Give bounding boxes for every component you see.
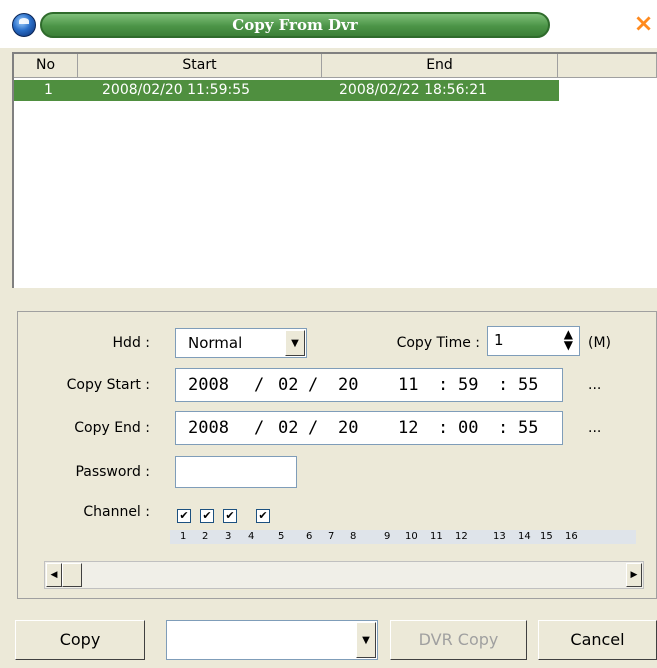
channel-scrollbar[interactable]: ◀ ▶: [44, 561, 644, 589]
row-no: 1: [44, 82, 53, 98]
time-separator: :: [438, 418, 449, 438]
window-title: Copy From Dvr: [40, 12, 550, 38]
copy-end-datetime[interactable]: 2008 / 02 / 20 12 : 00 : 55: [175, 411, 563, 445]
chevron-down-icon[interactable]: ▼: [285, 330, 305, 356]
row-end: 2008/02/22 18:56:21: [339, 82, 488, 98]
copy-start-month[interactable]: 02: [278, 369, 298, 401]
copy-start-label: Copy Start :: [66, 377, 150, 393]
channel-number: 16: [565, 531, 578, 542]
channel-number: 4: [248, 531, 255, 542]
column-header-blank[interactable]: [558, 54, 657, 78]
hdd-select[interactable]: Normal ▼: [175, 328, 307, 358]
channel-number: 14: [518, 531, 531, 542]
channel-2-checkbox[interactable]: ✔: [200, 509, 214, 523]
scroll-left-icon[interactable]: ◀: [46, 563, 62, 587]
copy-start-picker-button[interactable]: ...: [588, 377, 601, 393]
channel-number: 7: [328, 531, 335, 542]
channel-number: 9: [384, 531, 391, 542]
channel-number: 12: [455, 531, 468, 542]
copy-end-month[interactable]: 02: [278, 412, 298, 444]
channel-number: 5: [278, 531, 285, 542]
date-separator: /: [308, 375, 319, 395]
recording-list[interactable]: No Start End 1 2008/02/20 11:59:55 2008/…: [12, 52, 657, 288]
dvr-copy-button[interactable]: DVR Copy: [390, 620, 527, 660]
close-icon[interactable]: ×: [630, 8, 657, 38]
copy-end-picker-button[interactable]: ...: [588, 420, 601, 436]
time-separator: :: [498, 418, 509, 438]
copy-time-value: 1: [494, 331, 504, 349]
table-row[interactable]: 1 2008/02/20 11:59:55 2008/02/22 18:56:2…: [14, 80, 559, 101]
copy-time-label: Copy Time :: [396, 335, 480, 351]
copy-start-second[interactable]: 55: [518, 369, 538, 401]
hdd-label: Hdd :: [112, 335, 150, 351]
channel-number: 11: [430, 531, 443, 542]
copy-end-day[interactable]: 20: [338, 412, 358, 444]
column-header-start[interactable]: Start: [78, 54, 322, 78]
password-label: Password :: [75, 464, 150, 480]
copy-time-unit: (M): [588, 335, 612, 351]
spinner-icon[interactable]: ▲ ▼: [564, 328, 573, 351]
row-start: 2008/02/20 11:59:55: [102, 82, 251, 98]
date-separator: /: [254, 375, 265, 395]
copy-end-second[interactable]: 55: [518, 412, 538, 444]
channel-number: 3: [225, 531, 232, 542]
title-bar: Copy From Dvr ×: [0, 0, 657, 48]
copy-start-minute[interactable]: 59: [458, 369, 478, 401]
channel-1-checkbox[interactable]: ✔: [177, 509, 191, 523]
cancel-button[interactable]: Cancel: [538, 620, 657, 660]
time-separator: :: [498, 375, 509, 395]
copy-start-day[interactable]: 20: [338, 369, 358, 401]
channel-number: 15: [540, 531, 553, 542]
column-header-no[interactable]: No: [14, 54, 78, 78]
copy-start-hour[interactable]: 11: [398, 369, 418, 401]
copy-end-hour[interactable]: 12: [398, 412, 418, 444]
copy-end-year[interactable]: 2008: [188, 412, 229, 444]
copy-start-datetime[interactable]: 2008 / 02 / 20 11 : 59 : 55: [175, 368, 563, 402]
date-separator: /: [254, 418, 265, 438]
copy-time-stepper[interactable]: 1 ▲ ▼: [487, 326, 580, 356]
scroll-right-icon[interactable]: ▶: [626, 563, 642, 587]
channel-number: 10: [405, 531, 418, 542]
app-globe-icon: [12, 13, 36, 37]
copy-button[interactable]: Copy: [15, 620, 145, 660]
channel-4-checkbox[interactable]: ✔: [256, 509, 270, 523]
channel-number: 2: [202, 531, 209, 542]
column-header-end[interactable]: End: [322, 54, 558, 78]
device-select[interactable]: ▼: [166, 620, 378, 660]
chevron-down-icon[interactable]: ▼: [356, 622, 376, 658]
channel-number: 6: [306, 531, 313, 542]
channel-label: Channel :: [83, 504, 150, 520]
channel-3-checkbox[interactable]: ✔: [223, 509, 237, 523]
password-field[interactable]: [175, 456, 297, 488]
channel-number: 8: [350, 531, 357, 542]
scroll-thumb[interactable]: [62, 563, 82, 587]
hdd-value: Normal: [188, 334, 243, 352]
copy-start-year[interactable]: 2008: [188, 369, 229, 401]
copy-end-label: Copy End :: [74, 420, 150, 436]
date-separator: /: [308, 418, 319, 438]
time-separator: :: [438, 375, 449, 395]
channel-number: 13: [493, 531, 506, 542]
copy-end-minute[interactable]: 00: [458, 412, 478, 444]
channel-number: 1: [180, 531, 187, 542]
